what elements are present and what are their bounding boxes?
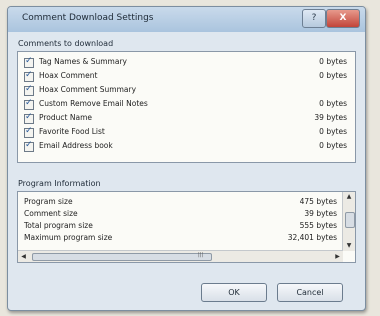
scroll-up-icon[interactable]: ▲	[343, 192, 355, 202]
item-size: 0 bytes	[319, 71, 347, 80]
title-bar[interactable]: Comment Download Settings ? X	[8, 7, 365, 32]
list-item[interactable]: Product Name 39 bytes	[18, 112, 355, 125]
list-item[interactable]: Email Address book 0 bytes	[18, 140, 355, 153]
item-size: 0 bytes	[319, 141, 347, 150]
info-row: Maximum program size 32,401 bytes	[18, 233, 341, 245]
window-title: Comment Download Settings	[22, 13, 154, 23]
list-item[interactable]: Hoax Comment Summary	[18, 84, 355, 97]
ok-button[interactable]: OK	[201, 283, 267, 302]
comments-group-label: Comments to download	[18, 39, 114, 48]
info-label: Total program size	[24, 221, 93, 230]
info-value: 39 bytes	[304, 209, 337, 218]
list-item[interactable]: Tag Names & Summary 0 bytes	[18, 56, 355, 69]
checkbox[interactable]	[24, 84, 34, 96]
dialog-window: Comment Download Settings ? X Comments t…	[7, 6, 366, 311]
program-info-label: Program Information	[18, 179, 101, 188]
item-size: 0 bytes	[319, 99, 347, 108]
item-size: 0 bytes	[319, 127, 347, 136]
list-item[interactable]: Favorite Food List 0 bytes	[18, 126, 355, 139]
info-label: Program size	[24, 197, 73, 206]
info-label: Comment size	[24, 209, 78, 218]
item-label: Product Name	[39, 113, 92, 122]
info-row: Program size 475 bytes	[18, 197, 341, 209]
item-label: Tag Names & Summary	[39, 57, 127, 66]
item-label: Email Address book	[39, 141, 113, 150]
info-value: 475 bytes	[299, 197, 337, 206]
item-label: Custom Remove Email Notes	[39, 99, 148, 108]
info-label: Maximum program size	[24, 233, 113, 242]
checkbox[interactable]	[24, 112, 34, 124]
horizontal-scrollbar[interactable]: ◀ ||| ▶	[18, 250, 343, 262]
horizontal-scroll-thumb[interactable]	[32, 253, 212, 261]
scroll-left-icon[interactable]: ◀	[18, 251, 29, 262]
info-row: Total program size 555 bytes	[18, 221, 341, 233]
vertical-scrollbar[interactable]: ▲ ▼	[342, 192, 355, 251]
comments-list[interactable]: Tag Names & Summary 0 bytes Hoax Comment…	[17, 51, 356, 163]
info-value: 32,401 bytes	[287, 233, 337, 242]
checkbox[interactable]	[24, 140, 34, 152]
cancel-button[interactable]: Cancel	[277, 283, 343, 302]
help-button[interactable]: ?	[302, 9, 326, 28]
info-row: Comment size 39 bytes	[18, 209, 341, 221]
checkbox[interactable]	[24, 56, 34, 68]
vertical-scroll-thumb[interactable]	[345, 212, 355, 228]
item-label: Favorite Food List	[39, 127, 105, 136]
scroll-down-icon[interactable]: ▼	[343, 241, 355, 251]
close-button[interactable]: X	[326, 9, 360, 28]
checkbox[interactable]	[24, 126, 34, 138]
list-item[interactable]: Custom Remove Email Notes 0 bytes	[18, 98, 355, 111]
list-item[interactable]: Hoax Comment 0 bytes	[18, 70, 355, 83]
grip-icon: |||	[198, 252, 204, 258]
scroll-right-icon[interactable]: ▶	[332, 251, 343, 262]
checkbox[interactable]	[24, 70, 34, 82]
item-size: 39 bytes	[314, 113, 347, 122]
item-size: 0 bytes	[319, 57, 347, 66]
checkbox[interactable]	[24, 98, 34, 110]
info-value: 555 bytes	[299, 221, 337, 230]
program-info-list[interactable]: Program size 475 bytes Comment size 39 b…	[17, 191, 356, 263]
item-label: Hoax Comment Summary	[39, 85, 137, 94]
item-label: Hoax Comment	[39, 71, 98, 80]
